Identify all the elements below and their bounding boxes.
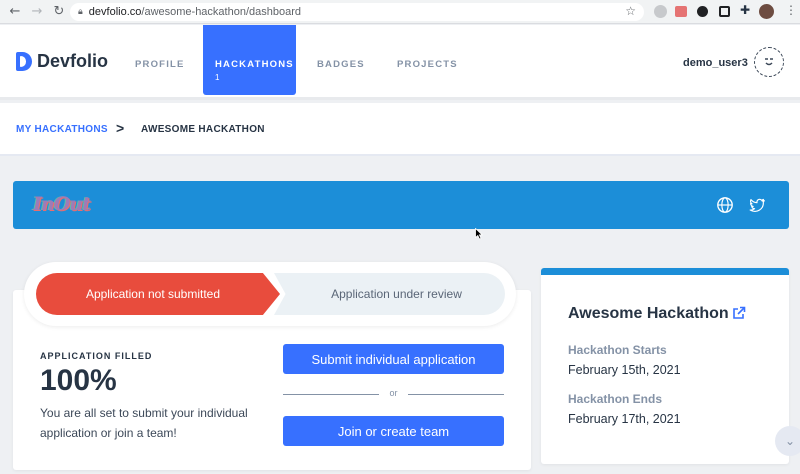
lock-icon: 🔒︎	[78, 7, 83, 17]
hackathon-starts-value: February 15th, 2021	[568, 363, 681, 377]
tab-projects[interactable]: PROJECTS	[397, 25, 458, 95]
star-icon[interactable]: ☆	[625, 4, 636, 18]
forward-icon[interactable]: →	[26, 4, 48, 19]
reload-icon[interactable]: ↻	[48, 4, 70, 19]
twitter-icon[interactable]	[748, 196, 766, 214]
back-icon[interactable]: ←	[4, 4, 26, 19]
hackathon-title[interactable]: Awesome Hackathon	[568, 305, 729, 323]
submit-individual-application-button[interactable]: Submit individual application	[283, 344, 504, 374]
logo-text: Devfolio	[37, 51, 109, 71]
breadcrumb-current: AWESOME HACKATHON	[141, 124, 265, 135]
join-or-create-team-button[interactable]: Join or create team	[283, 416, 504, 446]
application-description: You are all set to submit your individua…	[40, 406, 248, 440]
url-host: devfolio.co	[88, 6, 142, 18]
divider-line	[408, 394, 504, 395]
chevron-down-icon[interactable]: ⌄	[775, 426, 800, 456]
devfolio-logo[interactable]: Devfolio	[16, 51, 108, 72]
tab-profile[interactable]: PROFILE	[135, 25, 185, 95]
step-under-review: Application under review	[274, 273, 505, 315]
browser-toolbar: ← → ↻ 🔒︎ devfolio.co/awesome-hackathon/d…	[0, 0, 800, 24]
url-path: /awesome-hackathon/dashboard	[141, 6, 301, 18]
application-filled-value: 100%	[40, 364, 117, 397]
or-divider: or	[283, 388, 504, 400]
extension-icon[interactable]	[654, 5, 667, 18]
external-link-icon[interactable]	[732, 306, 746, 320]
profile-icon[interactable]	[759, 4, 774, 19]
extensions-icon[interactable]: ✚	[740, 3, 750, 17]
application-filled-label: APPLICATION FILLED	[40, 351, 153, 361]
menu-icon[interactable]: ⋮	[785, 3, 797, 17]
devfolio-logo-icon	[16, 52, 32, 71]
globe-icon[interactable]	[716, 196, 734, 214]
hackathon-ends-value: February 17th, 2021	[568, 412, 681, 426]
hackathon-banner: InOut	[13, 181, 789, 229]
breadcrumb: MY HACKATHONS > AWESOME HACKATHON	[0, 103, 800, 156]
app-header: Devfolio PROFILE HACKATHONS 1 BADGES PRO…	[0, 25, 800, 100]
username[interactable]: demo_user3	[683, 57, 748, 69]
breadcrumb-my-hackathons[interactable]: MY HACKATHONS	[16, 124, 108, 135]
cast-icon[interactable]	[675, 6, 687, 17]
address-bar[interactable]: 🔒︎ devfolio.co/awesome-hackathon/dashboa…	[70, 3, 644, 21]
tab-hackathons[interactable]: HACKATHONS 1	[203, 25, 296, 95]
inout-logo: InOut	[33, 193, 91, 215]
step-not-submitted: Application not submitted	[36, 273, 280, 315]
avatar[interactable]	[754, 47, 784, 77]
chevron-right-icon: >	[116, 120, 125, 136]
face-icon	[765, 58, 773, 66]
grid-icon[interactable]	[719, 6, 730, 17]
hackathon-starts-label: Hackathon Starts	[568, 343, 667, 357]
hackathons-count: 1	[215, 73, 220, 82]
tab-badges[interactable]: BADGES	[317, 25, 365, 95]
or-text: or	[389, 388, 398, 398]
extension-icon[interactable]	[697, 6, 708, 17]
mouse-cursor-icon	[475, 228, 483, 240]
hackathon-ends-label: Hackathon Ends	[568, 392, 663, 406]
